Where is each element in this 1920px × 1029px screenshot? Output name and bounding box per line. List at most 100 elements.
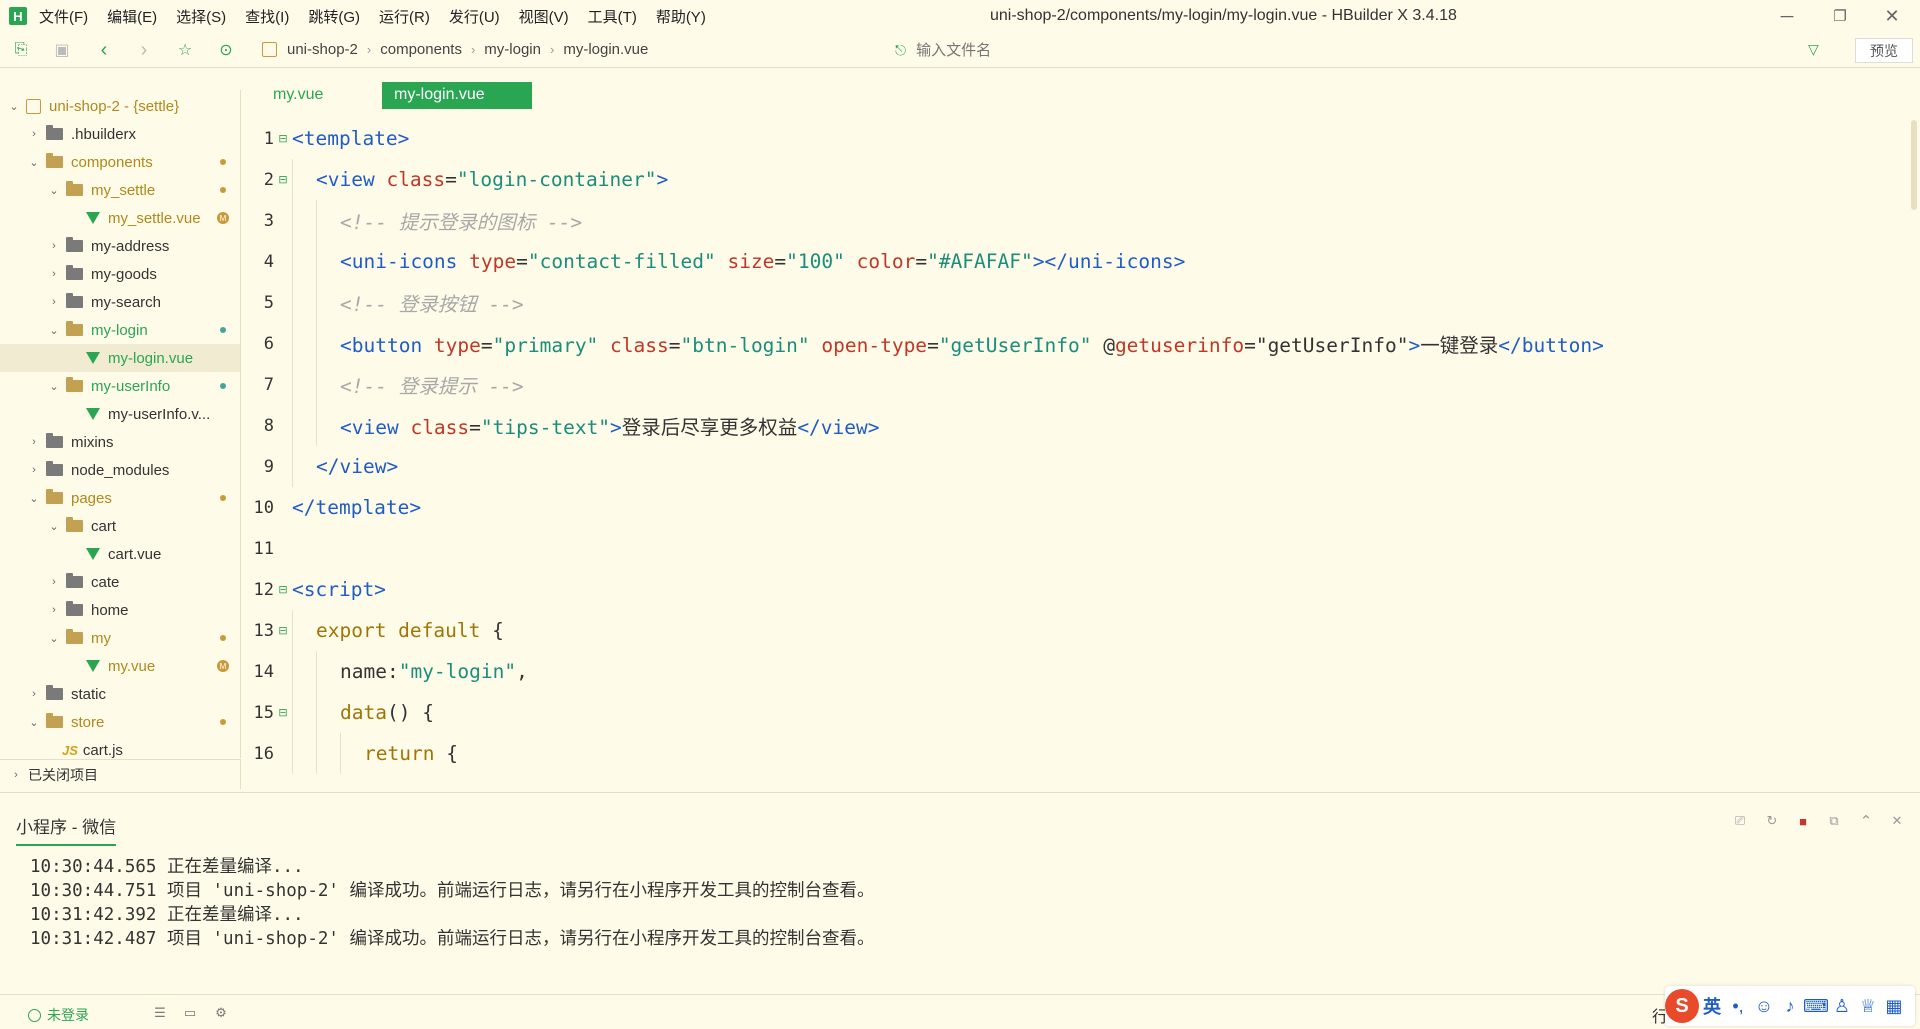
tree-file[interactable]: JS cart.js <box>0 736 240 759</box>
menu-item[interactable]: 选择(S) <box>176 6 226 27</box>
tree-file[interactable]: my_settle.vue M <box>0 204 240 232</box>
tree-folder[interactable]: ⌄ my-login <box>0 316 240 344</box>
chevron-down-icon[interactable]: ⌄ <box>48 632 60 645</box>
tab-my-login-vue[interactable]: my-login.vue <box>382 81 532 109</box>
tree-folder[interactable]: ⌄ uni-shop-2 - {settle} <box>0 92 240 120</box>
ime-skin-icon[interactable]: ♕ <box>1855 996 1881 1017</box>
chevron-right-icon[interactable]: › <box>28 688 40 700</box>
ime-menu-icon[interactable]: ▦ <box>1881 996 1907 1017</box>
chevron-right-icon[interactable]: › <box>48 576 60 588</box>
plugin-icon[interactable]: ⚙ <box>213 1005 229 1021</box>
chevron-right-icon[interactable]: › <box>28 436 40 448</box>
code-line[interactable]: 11 <box>242 528 1909 569</box>
tree-folder[interactable]: › cate <box>0 568 240 596</box>
forward-icon[interactable]: › <box>134 39 154 61</box>
clear-icon[interactable]: ⎚ <box>1730 811 1750 831</box>
collapse-icon[interactable]: ⌃ <box>1856 811 1876 831</box>
menu-item[interactable]: 工具(T) <box>588 6 637 27</box>
tree-folder[interactable]: ⌄ my_settle <box>0 176 240 204</box>
chevron-right-icon[interactable]: › <box>48 268 60 280</box>
console-tab[interactable]: 小程序 - 微信 <box>16 813 117 846</box>
chevron-down-icon[interactable]: ⌄ <box>48 324 60 337</box>
code-line[interactable]: 15 ⊟ data() { <box>242 692 1909 733</box>
code-line[interactable]: 16 return { <box>242 733 1909 774</box>
tree-file[interactable]: my-login.vue <box>0 344 240 372</box>
close-panel-icon[interactable]: ✕ <box>1887 811 1907 831</box>
chevron-right-icon[interactable]: › <box>28 128 40 140</box>
tree-folder[interactable]: ⌄ cart <box>0 512 240 540</box>
tree-folder[interactable]: ⌄ components <box>0 148 240 176</box>
chevron-down-icon[interactable]: ⌄ <box>48 380 60 393</box>
save-icon[interactable]: ▣ <box>52 40 72 60</box>
code-line[interactable]: 9 </view> <box>242 446 1909 487</box>
preview-button[interactable]: 预览 <box>1855 38 1913 63</box>
menu-item[interactable]: 查找(I) <box>245 6 289 27</box>
tree-folder[interactable]: › home <box>0 596 240 624</box>
file-search-input[interactable] <box>916 41 1737 59</box>
breadcrumb-item[interactable]: components <box>380 41 462 58</box>
tree-folder[interactable]: › .hbuilderx <box>0 120 240 148</box>
chevron-down-icon[interactable]: ⌄ <box>28 716 40 729</box>
code-line[interactable]: 2 ⊟ <view class="login-container"> <box>242 159 1909 200</box>
ime-language-toggle[interactable]: 英 <box>1699 993 1725 1019</box>
chevron-right-icon[interactable]: › <box>48 240 60 252</box>
tree-folder[interactable]: › my-address <box>0 232 240 260</box>
login-status[interactable]: 未登录 <box>28 1005 89 1025</box>
fold-toggle-icon[interactable]: ⊟ <box>274 173 292 186</box>
closed-projects[interactable]: › 已关闭项目 <box>0 759 241 789</box>
code-line[interactable]: 5 <!-- 登录按钮 --> <box>242 282 1909 323</box>
breadcrumb-item[interactable]: uni-shop-2 <box>287 41 358 58</box>
code-line[interactable]: 8 <view class="tips-text">登录后尽享更多权益</view… <box>242 405 1909 446</box>
star-icon[interactable]: ☆ <box>175 40 195 60</box>
editor-scrollbar[interactable] <box>1911 120 1917 210</box>
ime-voice-icon[interactable]: ♪ <box>1777 996 1803 1017</box>
tree-folder[interactable]: › mixins <box>0 428 240 456</box>
breadcrumb-item[interactable]: my-login.vue <box>563 41 648 58</box>
close-button[interactable]: ✕ <box>1880 4 1904 28</box>
tree-folder[interactable]: › my-goods <box>0 260 240 288</box>
ime-keyboard-icon[interactable]: ⌨ <box>1803 996 1829 1017</box>
terminal-icon[interactable]: ▭ <box>182 1005 198 1021</box>
tree-folder[interactable]: › my-search <box>0 288 240 316</box>
tree-file[interactable]: my.vue M <box>0 652 240 680</box>
open-external-icon[interactable]: ⧉ <box>1824 811 1844 831</box>
fold-toggle-icon[interactable]: ⊟ <box>274 624 292 637</box>
ime-emoji-icon[interactable]: ☺ <box>1751 996 1777 1017</box>
menu-item[interactable]: 跳转(G) <box>308 6 360 27</box>
code-line[interactable]: 4 <uni-icons type="contact-filled" size="… <box>242 241 1909 282</box>
tree-folder[interactable]: ⌄ my <box>0 624 240 652</box>
ime-user-icon[interactable]: ♙ <box>1829 996 1855 1017</box>
chevron-right-icon[interactable]: › <box>48 604 60 616</box>
tree-file[interactable]: cart.vue <box>0 540 240 568</box>
code-line[interactable]: 14 name:"my-login", <box>242 651 1909 692</box>
chevron-down-icon[interactable]: ⌄ <box>28 492 40 505</box>
menu-item[interactable]: 发行(U) <box>449 6 500 27</box>
ime-punctuation-icon[interactable]: •, <box>1725 996 1751 1017</box>
tree-folder[interactable]: ⌄ pages <box>0 484 240 512</box>
breadcrumb-item[interactable]: my-login <box>484 41 541 58</box>
code-line[interactable]: 1 ⊟ <template> <box>242 118 1909 159</box>
back-icon[interactable]: ‹ <box>94 39 114 61</box>
code-line[interactable]: 7 <!-- 登录提示 --> <box>242 364 1909 405</box>
run-icon[interactable]: ⊙ <box>216 40 236 60</box>
chevron-down-icon[interactable]: ⌄ <box>8 100 20 113</box>
code-line[interactable]: 10 </template> <box>242 487 1909 528</box>
tab-my-vue[interactable]: my.vue <box>242 82 382 109</box>
chevron-down-icon[interactable]: ⌄ <box>48 520 60 533</box>
tree-folder[interactable]: ⌄ my-userInfo <box>0 372 240 400</box>
chevron-right-icon[interactable]: › <box>48 296 60 308</box>
tree-folder[interactable]: ⌄ store <box>0 708 240 736</box>
code-line[interactable]: 12 ⊟ <script> <box>242 569 1909 610</box>
fold-toggle-icon[interactable]: ⊟ <box>274 132 292 145</box>
chevron-down-icon[interactable]: ⌄ <box>48 184 60 197</box>
restore-button[interactable]: ❐ <box>1828 4 1852 28</box>
tree-file[interactable]: my-userInfo.v... <box>0 400 240 428</box>
menu-item[interactable]: 文件(F) <box>39 6 88 27</box>
fold-toggle-icon[interactable]: ⊟ <box>274 706 292 719</box>
code-editor[interactable]: 1 ⊟ <template> 2 ⊟ <view class="login-contain… <box>242 118 1909 790</box>
code-line[interactable]: 6 <button type="primary" class="btn-login… <box>242 323 1909 364</box>
ime-logo-icon[interactable]: S <box>1665 989 1699 1023</box>
code-line[interactable]: 3 <!-- 提示登录的图标 --> <box>242 200 1909 241</box>
tree-folder[interactable]: › node_modules <box>0 456 240 484</box>
menu-item[interactable]: 运行(R) <box>379 6 430 27</box>
